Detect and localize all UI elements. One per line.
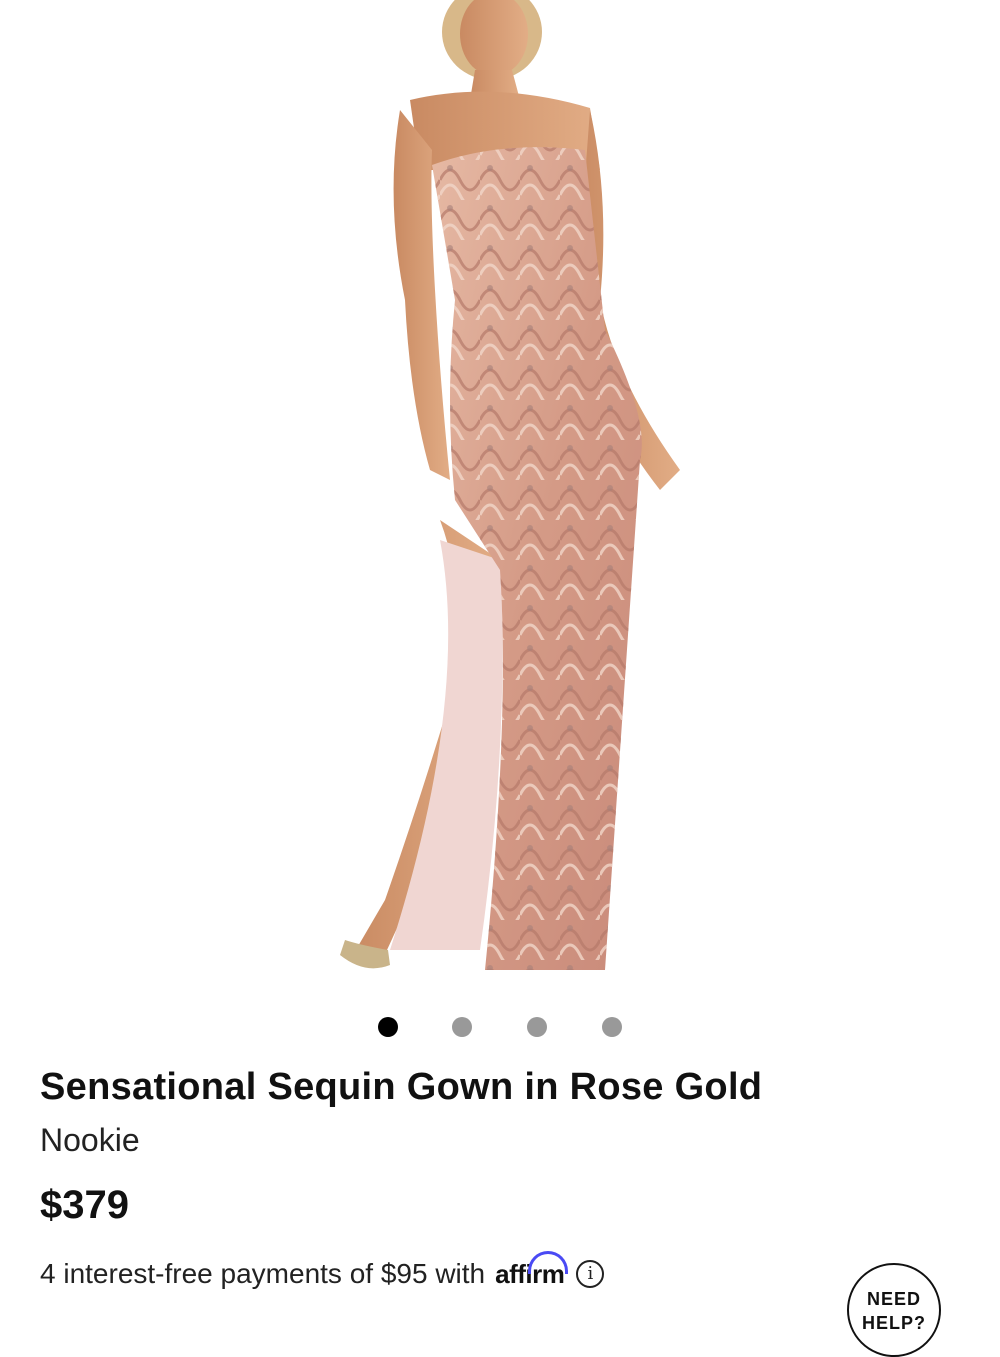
product-image[interactable] [0,0,1000,992]
product-price: $379 [40,1183,129,1227]
affirm-installments: 4 interest-free payments of $95 with aff… [40,1250,605,1290]
need-help-line1: NEED [866,1289,921,1309]
need-help-button[interactable]: NEED HELP? [847,1263,941,1357]
installment-text: 4 interest-free payments of $95 with [40,1258,486,1289]
pagination-dot-2[interactable] [452,1017,472,1037]
pagination-dot-1[interactable] [378,1017,398,1037]
product-title: Sensational Sequin Gown in Rose Gold [40,1066,763,1108]
brand-link[interactable]: Nookie [40,1122,140,1159]
affirm-arc-icon [528,1250,569,1274]
need-help-line2: HELP? [861,1313,926,1333]
image-pagination [0,1017,1000,1039]
pagination-dot-4[interactable] [602,1017,622,1037]
affirm-logo: affirm [495,1250,569,1290]
info-icon[interactable]: i [576,1260,605,1288]
pagination-dot-3[interactable] [527,1017,547,1037]
